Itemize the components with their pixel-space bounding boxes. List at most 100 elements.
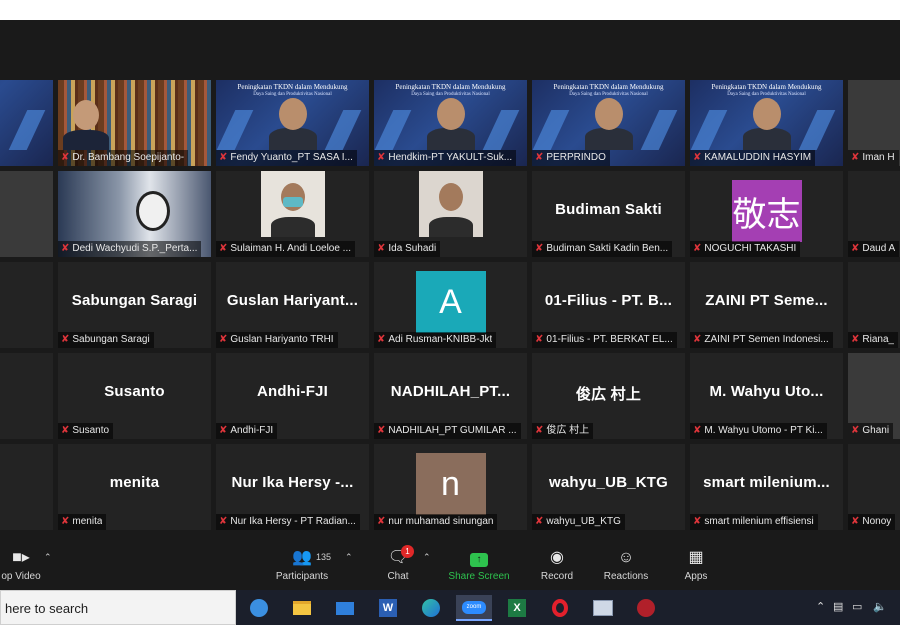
participant-label-text: Dr. Bambang Soepijanto- bbox=[72, 152, 185, 163]
participant-tile[interactable]: Nur Ika Hersy -... ✘ Nur Ika Hersy - PT Ra… bbox=[216, 444, 369, 530]
apps-button[interactable]: ▦ Apps bbox=[661, 548, 731, 582]
participant-tile[interactable]: such...✘ya Indon... bbox=[0, 353, 53, 439]
mic-muted-icon: ✘ bbox=[219, 425, 228, 436]
participant-tile[interactable]: A ✘ Adi Rusman-KNIBB-Jkt bbox=[374, 262, 527, 348]
participant-tile[interactable]: Sabungan Saragi ✘ Sabungan Saragi bbox=[58, 262, 211, 348]
participant-tile[interactable]: Peningkatan TKDN dalam Mendukung Daya Sai… bbox=[532, 80, 685, 166]
taskbar-search-box[interactable]: here to search bbox=[0, 590, 236, 625]
participant-tile[interactable]: ✘ Dedi Wachyudi S.P._Perta... bbox=[58, 171, 211, 257]
participant-name-label: ✘ wahyu_UB_KTG bbox=[532, 514, 625, 530]
participant-tile[interactable]: smart milenium... ✘ smart milenium effisie… bbox=[690, 444, 843, 530]
participant-video bbox=[419, 171, 483, 237]
mic-muted-icon: ✘ bbox=[219, 334, 228, 345]
participant-name-label: ✘ Susanto bbox=[58, 423, 114, 439]
participant-name-label: ✘ Sulaiman H. Andi Loeloe ... bbox=[216, 241, 356, 257]
file-explorer-taskbar-icon[interactable] bbox=[284, 595, 320, 621]
participant-label-text: 01-Filius - PT. BERKAT EL... bbox=[546, 334, 673, 345]
participant-tile[interactable]: ✘obing bbox=[0, 171, 53, 257]
participant-label-text: Daud A bbox=[862, 243, 896, 254]
mic-muted-icon: ✘ bbox=[693, 516, 702, 527]
participant-label-text: Ghani bbox=[862, 425, 890, 436]
participant-name-label: ✘ Nonoy bbox=[848, 514, 896, 530]
opera-taskbar-icon[interactable] bbox=[542, 595, 578, 621]
participant-label-text: menita bbox=[72, 516, 103, 527]
participant-tile[interactable]: ditya...✘wan bbox=[0, 262, 53, 348]
participant-tile[interactable]: Riana_✘Riana_ bbox=[848, 262, 900, 348]
participant-name-label: ✘ Hendkim-PT YAKULT-Suk... bbox=[374, 150, 517, 166]
participant-tile[interactable]: Susanto ✘ Susanto bbox=[58, 353, 211, 439]
participant-tile[interactable]: ZAINI PT Seme... ✘ ZAINI PT Semen Indonesi… bbox=[690, 262, 843, 348]
mic-muted-icon: ✘ bbox=[535, 152, 544, 163]
participant-tile[interactable]: Peningkatan TKDN dalam Mendukung Daya Sai… bbox=[216, 80, 369, 166]
participant-name-label: ✘ nur muhamad sinungan bbox=[374, 514, 498, 530]
mic-muted-icon: ✘ bbox=[61, 152, 70, 163]
participant-tile[interactable]: wahyu_UB_KTG ✘ wahyu_UB_KTG bbox=[532, 444, 685, 530]
participant-tile[interactable]: Guslan Hariyant... ✘ Guslan Hariyanto TRHI bbox=[216, 262, 369, 348]
participant-name-label: ✘ Ida Suhadi bbox=[374, 241, 441, 257]
chat-label: Chat bbox=[387, 571, 409, 582]
participant-label-text: Dedi Wachyudi S.P._Perta... bbox=[72, 243, 198, 254]
record-button[interactable]: ◉ Record bbox=[522, 548, 592, 582]
participant-display-name: 01-Filius - PT. B... bbox=[544, 292, 673, 309]
participant-tile[interactable]: ✘ Ghani bbox=[848, 353, 900, 439]
participant-label-text: 俊広 村上 bbox=[546, 425, 590, 436]
participant-name-label: ✘ Budiman Sakti Kadin Ben... bbox=[532, 241, 673, 257]
chat-options-caret[interactable]: ⌃ bbox=[423, 552, 431, 563]
participant-tile[interactable]: Da ✘Daud A bbox=[848, 171, 900, 257]
participant-display-name: ZAINI PT Seme... bbox=[705, 292, 828, 309]
participant-tile[interactable]: 敬志 ✘ NOGUCHI TAKASHI bbox=[690, 171, 843, 257]
participant-label-text: smart milenium effisiensi bbox=[704, 516, 814, 527]
participant-tile[interactable]: ✘ Sulaiman H. Andi Loeloe ... bbox=[216, 171, 369, 257]
video-options-caret[interactable]: ⌃ bbox=[44, 552, 52, 563]
face-mask bbox=[283, 197, 303, 207]
participant-label-text: Riana_ bbox=[862, 334, 895, 345]
participant-tile[interactable]: Peningkatan TKDN dalam Mendukung Daya Sai… bbox=[374, 80, 527, 166]
mic-muted-icon: ✘ bbox=[535, 516, 544, 527]
participant-tile[interactable]: NADHILAH_PT... ✘ NADHILAH_PT GUMILAR ... bbox=[374, 353, 527, 439]
zoom-taskbar-icon[interactable]: zoom bbox=[456, 595, 492, 621]
edge-legacy-taskbar-icon[interactable] bbox=[241, 595, 277, 621]
reactions-button[interactable]: ☺ Reactions bbox=[591, 548, 661, 582]
mic-muted-icon: ✘ bbox=[851, 516, 860, 527]
reactions-icon: ☺ bbox=[617, 549, 635, 566]
participant-tile[interactable]: Andhi-FJI ✘ Andhi-FJI bbox=[216, 353, 369, 439]
tray-expand-icon[interactable]: ⌃ bbox=[816, 600, 825, 613]
edge-taskbar-icon[interactable] bbox=[413, 595, 449, 621]
mic-muted-icon: ✘ bbox=[61, 425, 70, 436]
participant-display-name: na bbox=[0, 474, 53, 491]
share-screen-button[interactable]: ↑ Share Screen bbox=[444, 548, 514, 582]
tray-network-icon[interactable]: ▤ bbox=[833, 600, 843, 613]
participant-tile[interactable]: No ✘Nonoy bbox=[848, 444, 900, 530]
participant-tile[interactable]: ✘ Dr. Bambang Soepijanto- bbox=[58, 80, 211, 166]
participant-name-label: ✘ PERPRINDO bbox=[532, 150, 610, 166]
participant-tile[interactable]: Budiman Sakti ✘ Budiman Sakti Kadin Ben... bbox=[532, 171, 685, 257]
mic-muted-icon: ✘ bbox=[535, 425, 544, 436]
tray-display-icon[interactable]: ▭ bbox=[852, 600, 862, 613]
participant-tile[interactable]: menita ✘ menita bbox=[58, 444, 211, 530]
word-taskbar-icon[interactable]: W bbox=[370, 595, 406, 621]
mail-taskbar-icon[interactable] bbox=[327, 595, 363, 621]
participant-name-label: ✘ Dedi Wachyudi S.P._Perta... bbox=[58, 241, 202, 257]
participant-tile[interactable]: Penin Mendu Pro✘obing bbox=[0, 80, 53, 166]
excel-taskbar-icon[interactable]: X bbox=[499, 595, 535, 621]
participant-name-label: ✘ Iman H bbox=[848, 150, 899, 166]
participant-tile[interactable]: 俊広 村上 ✘ 俊広 村上 bbox=[532, 353, 685, 439]
participant-display-name: smart milenium... bbox=[703, 474, 830, 491]
participant-tile[interactable]: 01-Filius - PT. B... ✘ 01-Filius - PT. BER… bbox=[532, 262, 685, 348]
participant-display-name: Guslan Hariyant... bbox=[226, 292, 359, 309]
game-taskbar-icon[interactable] bbox=[628, 595, 664, 621]
participant-tile[interactable]: ✘ Iman H bbox=[848, 80, 900, 166]
participants-options-caret[interactable]: ⌃ bbox=[345, 552, 353, 563]
participant-label-text: KAMALUDDIN HASYIM bbox=[704, 152, 812, 163]
participant-name-label: ✘ ZAINI PT Semen Indonesi... bbox=[690, 332, 833, 348]
tray-volume-icon[interactable]: 🔈 bbox=[873, 600, 887, 613]
participant-avatar: A bbox=[415, 271, 486, 333]
participant-tile[interactable]: ✘ Ida Suhadi bbox=[374, 171, 527, 257]
participant-label-text: Iman H bbox=[862, 152, 895, 163]
participant-tile[interactable]: Peningkatan TKDN dalam Mendukung Daya Sai… bbox=[690, 80, 843, 166]
participant-tile[interactable]: M. Wahyu Uto... ✘ M. Wahyu Utomo - PT Ki..… bbox=[690, 353, 843, 439]
photos-taskbar-icon[interactable] bbox=[585, 595, 621, 621]
participant-tile[interactable]: na bbox=[0, 444, 53, 530]
participants-label: Participants bbox=[275, 571, 329, 582]
participant-tile[interactable]: n ✘ nur muhamad sinungan bbox=[374, 444, 527, 530]
